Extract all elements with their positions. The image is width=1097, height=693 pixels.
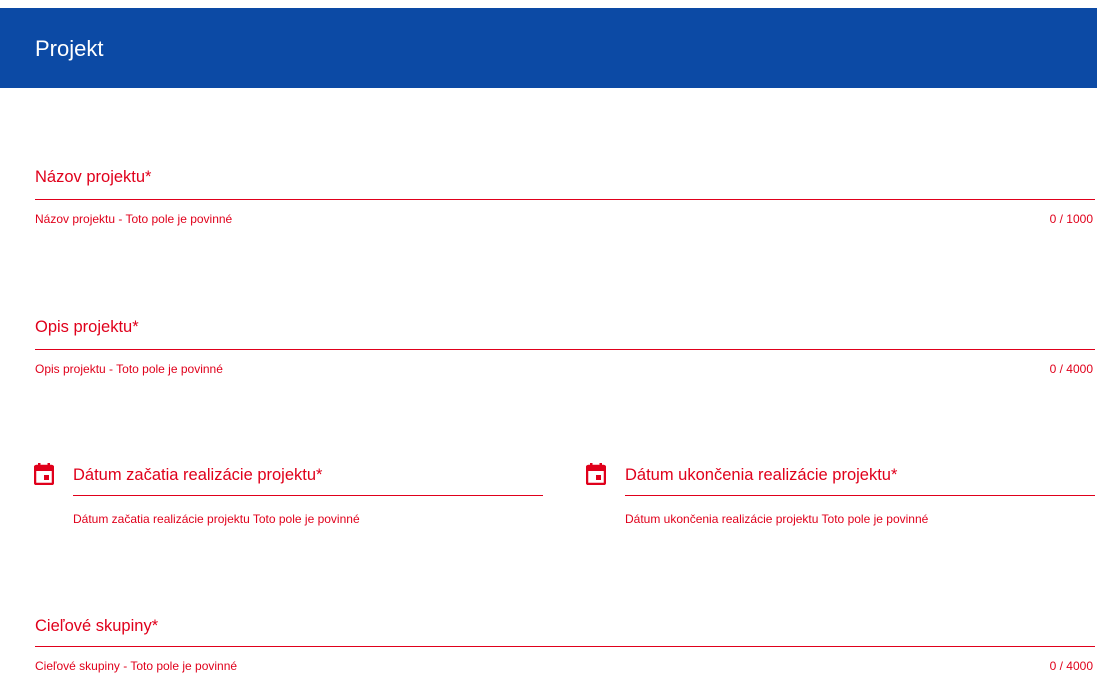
target-groups-label: Cieľové skupiny* bbox=[35, 617, 159, 635]
page-title: Projekt bbox=[35, 36, 104, 61]
page-header: Projekt bbox=[0, 0, 1097, 88]
calendar-icon[interactable] bbox=[586, 463, 606, 485]
start-date-label: Dátum začatia realizácie projektu* bbox=[73, 466, 323, 484]
project-description-label: Opis projektu* bbox=[35, 318, 139, 336]
target-groups-error: Cieľové skupiny - Toto pole je povinné bbox=[35, 659, 238, 673]
target-groups-input[interactable] bbox=[35, 646, 1095, 647]
calendar-icon[interactable] bbox=[34, 463, 54, 485]
end-date-label: Dátum ukončenia realizácie projektu* bbox=[625, 466, 898, 484]
project-name-input[interactable] bbox=[35, 199, 1095, 200]
end-date-input[interactable] bbox=[625, 495, 1095, 496]
project-description-counter: 0 / 4000 bbox=[1049, 362, 1093, 376]
project-name-label: Názov projektu* bbox=[35, 168, 152, 186]
start-date-error: Dátum začatia realizácie projektu Toto p… bbox=[73, 512, 360, 526]
end-date-error: Dátum ukončenia realizácie projektu Toto… bbox=[625, 512, 929, 526]
project-description-input[interactable] bbox=[35, 349, 1095, 350]
project-name-counter: 0 / 1000 bbox=[1049, 212, 1093, 226]
project-description-error: Opis projektu - Toto pole je povinné bbox=[35, 362, 223, 376]
start-date-input[interactable] bbox=[73, 495, 543, 496]
project-name-error: Názov projektu - Toto pole je povinné bbox=[35, 212, 233, 226]
target-groups-counter: 0 / 4000 bbox=[1049, 659, 1093, 673]
